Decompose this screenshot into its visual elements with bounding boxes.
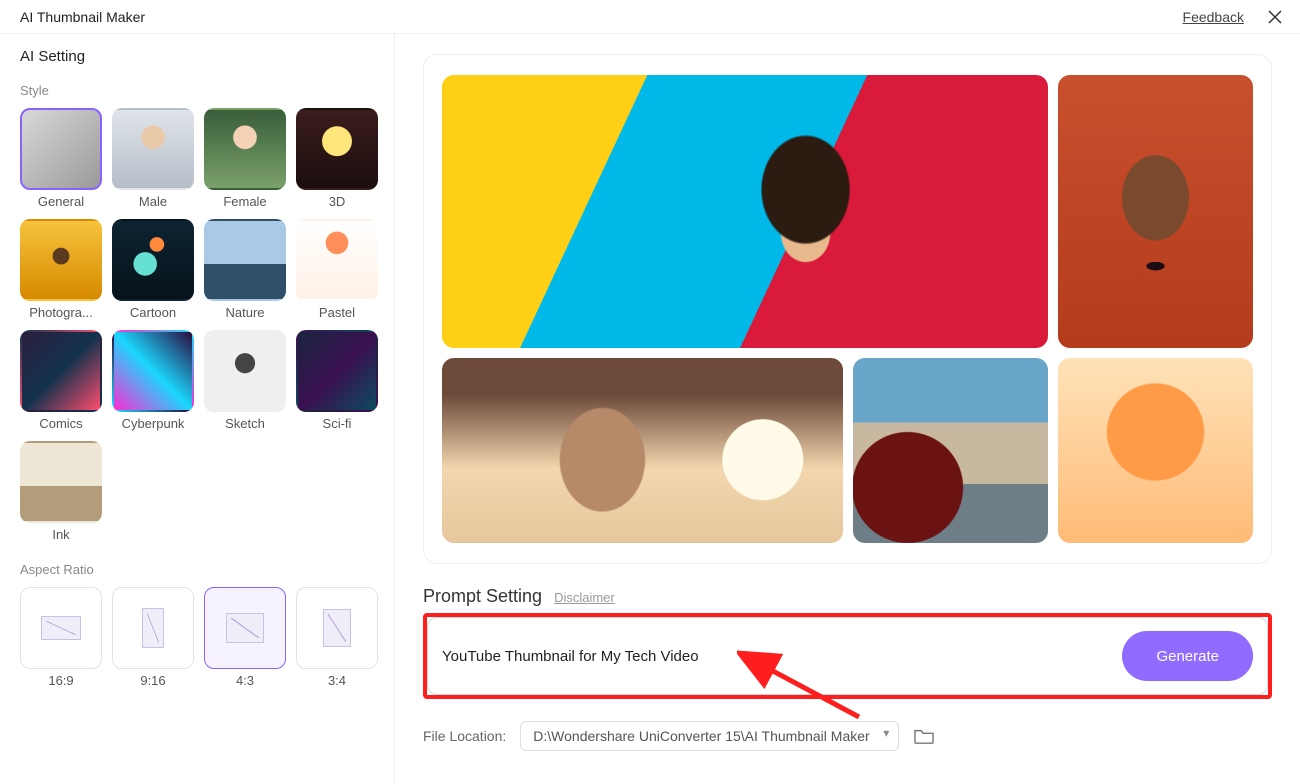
style-thumb <box>20 108 102 190</box>
ratio-option-16-9[interactable] <box>20 587 102 669</box>
style-option-male[interactable]: Male <box>112 108 194 209</box>
preview-thumb-1[interactable] <box>442 75 1048 348</box>
main-panel: Prompt Setting Disclaimer Generate File … <box>395 34 1300 784</box>
style-caption: Photogra... <box>20 305 102 320</box>
style-thumb <box>296 108 378 190</box>
style-label: Style <box>20 83 374 98</box>
style-caption: Nature <box>204 305 286 320</box>
preview-thumb-5[interactable] <box>1058 358 1253 543</box>
style-thumb <box>296 330 378 412</box>
ratio-glyph <box>226 613 264 643</box>
ratio-caption: 16:9 <box>20 673 102 688</box>
style-caption: Cyberpunk <box>112 416 194 431</box>
style-caption: Sketch <box>204 416 286 431</box>
style-option-scifi[interactable]: Sci-fi <box>296 330 378 431</box>
ratio-caption: 4:3 <box>204 673 286 688</box>
style-thumb <box>20 441 102 523</box>
style-thumb <box>296 219 378 301</box>
file-location-label: File Location: <box>423 728 506 744</box>
ai-setting-heading: AI Setting <box>20 48 374 65</box>
style-option-nature[interactable]: Nature <box>204 219 286 320</box>
style-caption: 3D <box>296 194 378 209</box>
preview-thumb-3[interactable] <box>442 358 843 543</box>
style-caption: Male <box>112 194 194 209</box>
style-option-pastel[interactable]: Pastel <box>296 219 378 320</box>
preview-thumb-2[interactable] <box>1058 75 1253 348</box>
style-thumb <box>112 219 194 301</box>
window-title: AI Thumbnail Maker <box>20 9 145 25</box>
style-thumb <box>204 219 286 301</box>
style-caption: Female <box>204 194 286 209</box>
ratio-glyph <box>323 609 351 647</box>
ratio-glyph <box>142 608 164 648</box>
style-option-cartoon[interactable]: Cartoon <box>112 219 194 320</box>
generate-button[interactable]: Generate <box>1122 631 1253 681</box>
ratio-option-9-16[interactable] <box>112 587 194 669</box>
prompt-heading: Prompt Setting <box>423 586 542 607</box>
style-option-3d[interactable]: 3D <box>296 108 378 209</box>
style-option-general[interactable]: General <box>20 108 102 209</box>
style-caption: Ink <box>20 527 102 542</box>
style-grid: General Male Female 3D Photogra... Carto… <box>20 108 374 542</box>
aspect-ratio-label: Aspect Ratio <box>20 562 374 577</box>
style-option-sketch[interactable]: Sketch <box>204 330 286 431</box>
ratio-grid: 16:99:164:33:4 <box>20 587 374 688</box>
feedback-link[interactable]: Feedback <box>1183 9 1244 25</box>
style-option-ink[interactable]: Ink <box>20 441 102 542</box>
style-thumb <box>112 330 194 412</box>
preview-thumb-4[interactable] <box>853 358 1048 543</box>
style-caption: Pastel <box>296 305 378 320</box>
ratio-glyph <box>41 616 81 640</box>
ratio-caption: 9:16 <box>112 673 194 688</box>
style-caption: Sci-fi <box>296 416 378 431</box>
style-caption: Comics <box>20 416 102 431</box>
ratio-option-4-3[interactable] <box>204 587 286 669</box>
ratio-option-3-4[interactable] <box>296 587 378 669</box>
disclaimer-link[interactable]: Disclaimer <box>554 590 615 605</box>
style-thumb <box>20 219 102 301</box>
file-location-select[interactable]: D:\Wondershare UniConverter 15\AI Thumbn… <box>520 721 899 751</box>
close-icon[interactable] <box>1266 8 1284 26</box>
style-option-comics[interactable]: Comics <box>20 330 102 431</box>
style-option-photogra[interactable]: Photogra... <box>20 219 102 320</box>
annotation-highlight: Generate <box>423 613 1272 699</box>
style-option-female[interactable]: Female <box>204 108 286 209</box>
style-thumb <box>204 330 286 412</box>
prompt-input[interactable] <box>442 648 1122 665</box>
style-thumb <box>204 108 286 190</box>
style-caption: Cartoon <box>112 305 194 320</box>
folder-icon[interactable] <box>913 727 935 745</box>
style-option-cyberpunk[interactable]: Cyberpunk <box>112 330 194 431</box>
preview-gallery <box>423 54 1272 564</box>
style-caption: General <box>20 194 102 209</box>
style-thumb <box>20 330 102 412</box>
ratio-caption: 3:4 <box>296 673 378 688</box>
sidebar: AI Setting Style General Male Female 3D … <box>0 34 395 784</box>
style-thumb <box>112 108 194 190</box>
